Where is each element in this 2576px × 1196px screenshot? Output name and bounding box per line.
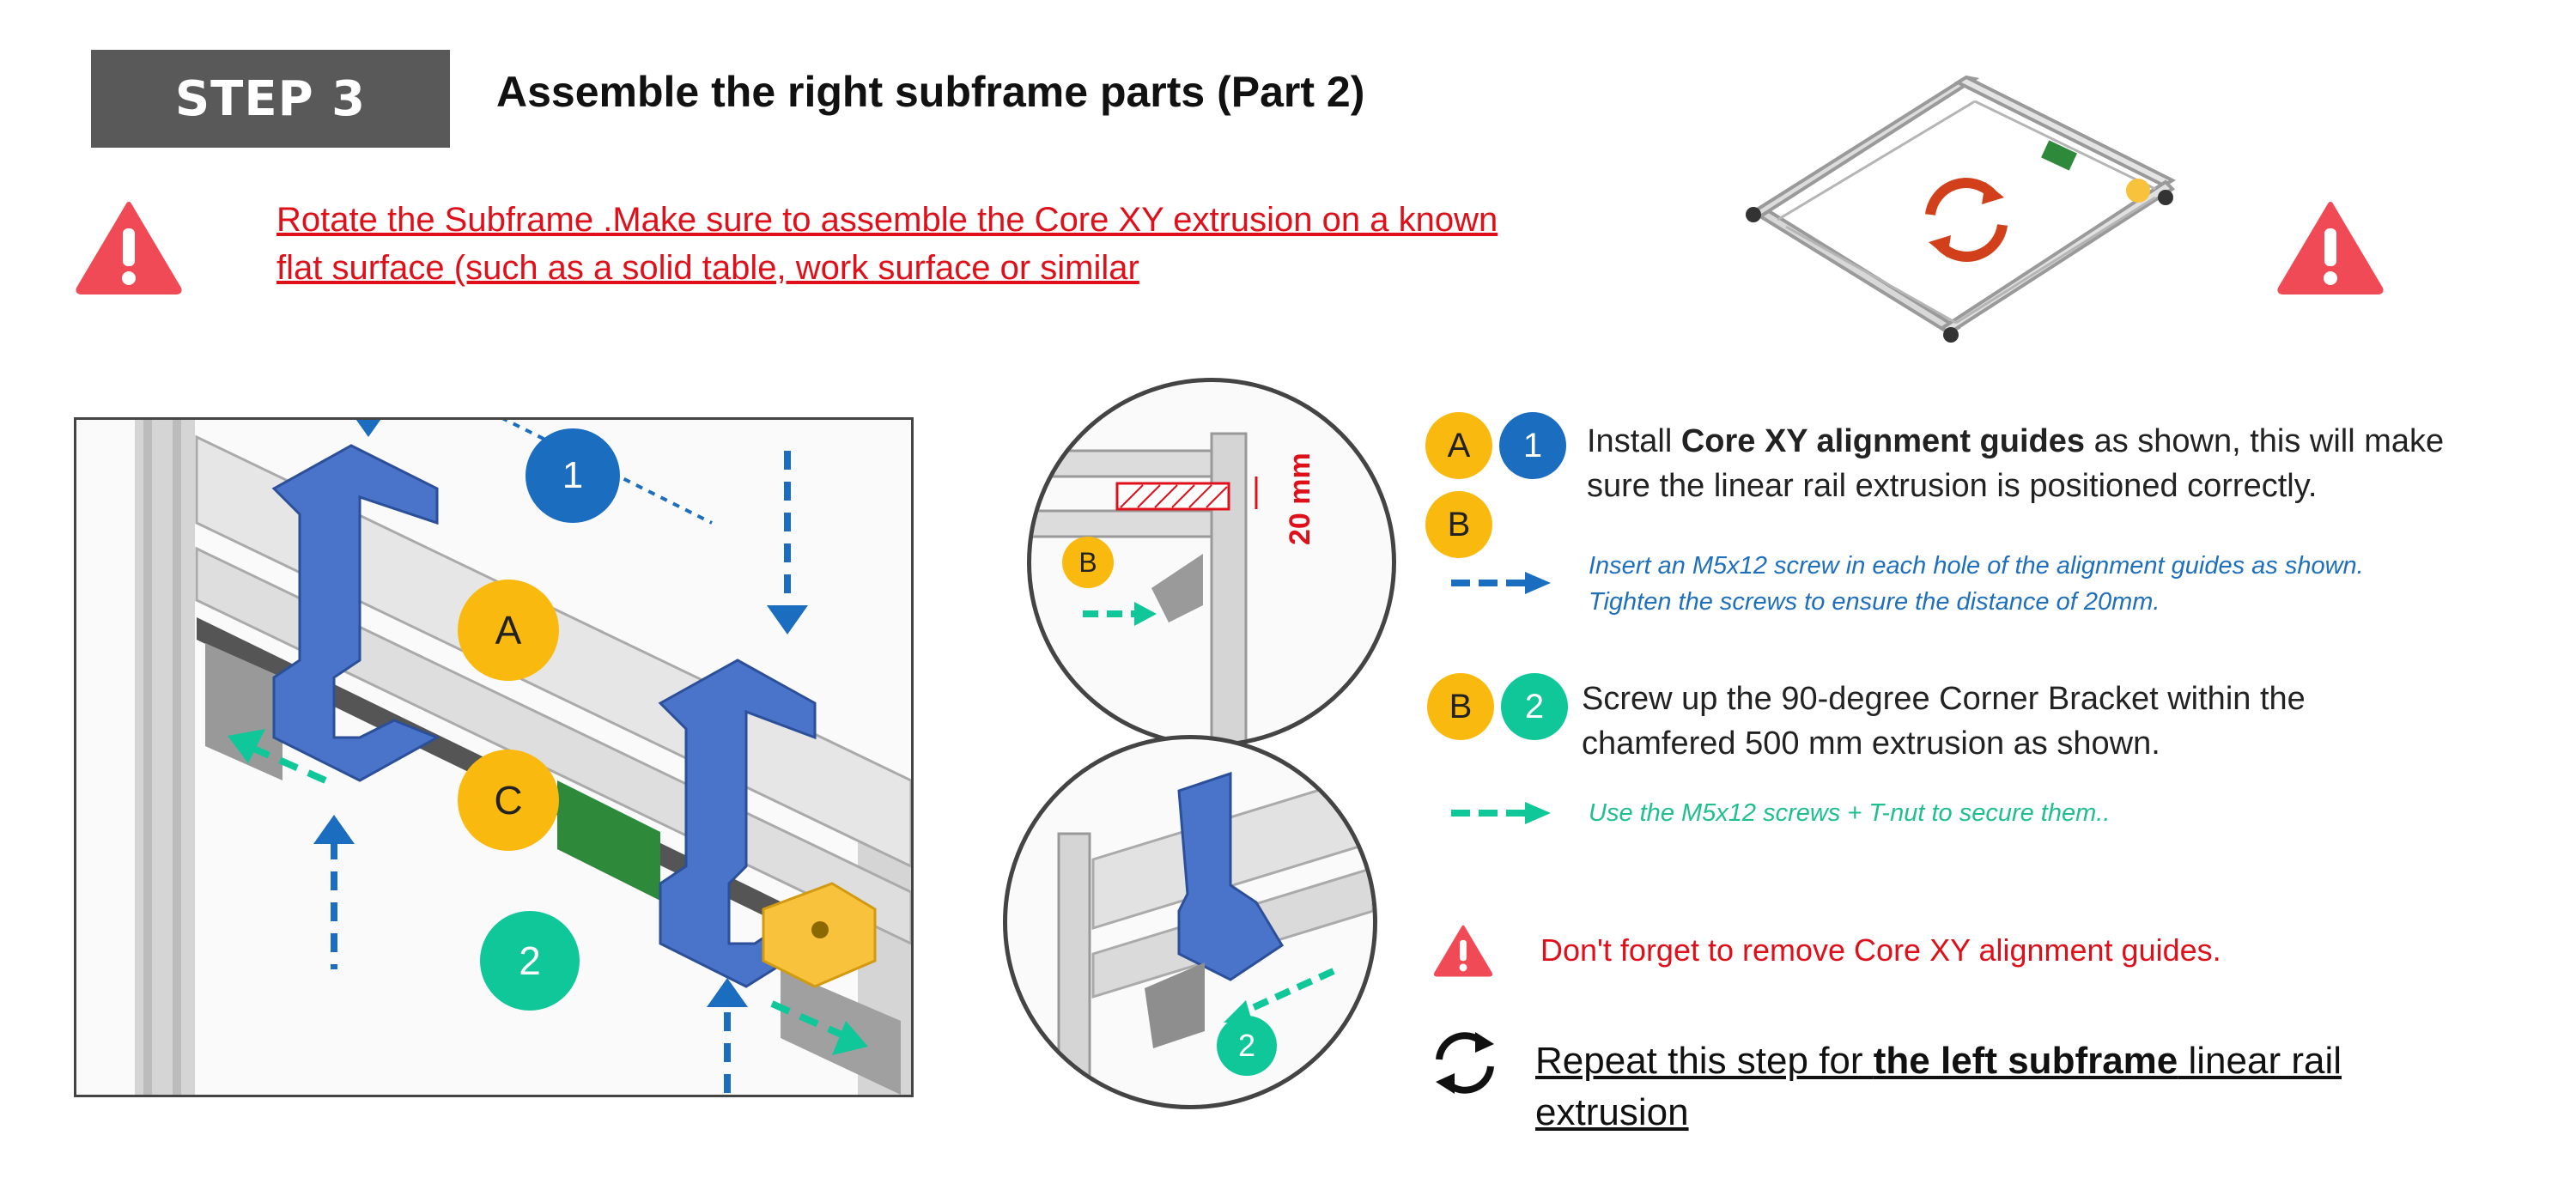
warning-icon bbox=[76, 202, 182, 294]
blue-note-line-2: Tighten the screws to ensure the distanc… bbox=[1589, 588, 2160, 616]
detail-drawing-bottom bbox=[1057, 771, 1373, 1105]
badge-A-legend: A bbox=[1425, 412, 1492, 479]
badge-2-screw: 2 bbox=[1501, 673, 1568, 740]
badge-A: A bbox=[458, 580, 559, 681]
repeat-post: linear rail bbox=[2178, 1040, 2342, 1082]
step-label: STEP 3 bbox=[174, 70, 367, 127]
warning-line-1: Rotate the Subframe .Make sure to assemb… bbox=[276, 201, 1498, 239]
page-title: Assemble the right subframe parts (Part … bbox=[496, 68, 1365, 116]
rotate-icon bbox=[1436, 1032, 1494, 1094]
repeat-pre: Repeat this step for bbox=[1535, 1040, 1874, 1082]
badge-B-legend: B bbox=[1425, 491, 1492, 558]
install-post: as shown, this will make bbox=[2085, 423, 2445, 459]
install-instruction: Install Core XY alignment guides as show… bbox=[1587, 419, 2444, 508]
rotate-icon bbox=[1925, 178, 2008, 262]
install-pre: Install bbox=[1587, 423, 1681, 459]
blue-note-line-1: Insert an M5x12 screw in each hole of th… bbox=[1589, 552, 2364, 580]
main-illustration: 1 A C 2 bbox=[74, 417, 914, 1097]
detail-circle-top: 20 mm B bbox=[1027, 378, 1396, 747]
badge-B-detail: B bbox=[1062, 537, 1114, 588]
warning-text: Rotate the Subframe .Make sure to assemb… bbox=[276, 196, 1616, 292]
screw-line-1: Screw up the 90-degree Corner Bracket wi… bbox=[1582, 681, 2306, 717]
badge-2: 2 bbox=[480, 911, 580, 1011]
arrow-icon bbox=[1451, 802, 1551, 824]
dimension-label: 20 mm bbox=[1284, 452, 1316, 545]
green-note: Use the M5x12 screws + T-nut to secure t… bbox=[1589, 799, 2111, 827]
badge-B-screw: B bbox=[1427, 673, 1494, 740]
badge-C: C bbox=[458, 750, 559, 851]
repeat-line-2: extrusion bbox=[1535, 1091, 1689, 1133]
screw-line-2: chamfered 500 mm extrusion as shown. bbox=[1582, 725, 2160, 762]
yellow-part bbox=[2126, 179, 2150, 203]
screw-instruction: Screw up the 90-degree Corner Bracket wi… bbox=[1582, 677, 2306, 766]
badge-2-detail: 2 bbox=[1217, 1016, 1277, 1076]
badge-1-legend: 1 bbox=[1499, 412, 1566, 479]
install-line-2: sure the linear rail extrusion is positi… bbox=[1587, 468, 2318, 504]
linear-carriage bbox=[2041, 140, 2077, 171]
warning-icon bbox=[1433, 925, 1493, 977]
arrow-icon bbox=[1451, 572, 1551, 594]
badge-1: 1 bbox=[526, 428, 620, 523]
repeat-bold: the left subframe bbox=[1873, 1040, 2178, 1082]
detail-circle-bottom: 2 bbox=[1003, 735, 1377, 1109]
repeat-instruction: Repeat this step for the left subframe l… bbox=[1535, 1035, 2342, 1138]
install-bold: Core XY alignment guides bbox=[1680, 423, 2086, 459]
step-badge: STEP 3 bbox=[91, 50, 450, 148]
warning-line-2: flat surface (such as a solid table, wor… bbox=[276, 249, 1139, 287]
warning-icon bbox=[2277, 202, 2384, 294]
blue-note: Insert an M5x12 screw in each hole of th… bbox=[1589, 548, 2364, 620]
remove-guides-note: Don't forget to remove Core XY alignment… bbox=[1540, 932, 2221, 968]
